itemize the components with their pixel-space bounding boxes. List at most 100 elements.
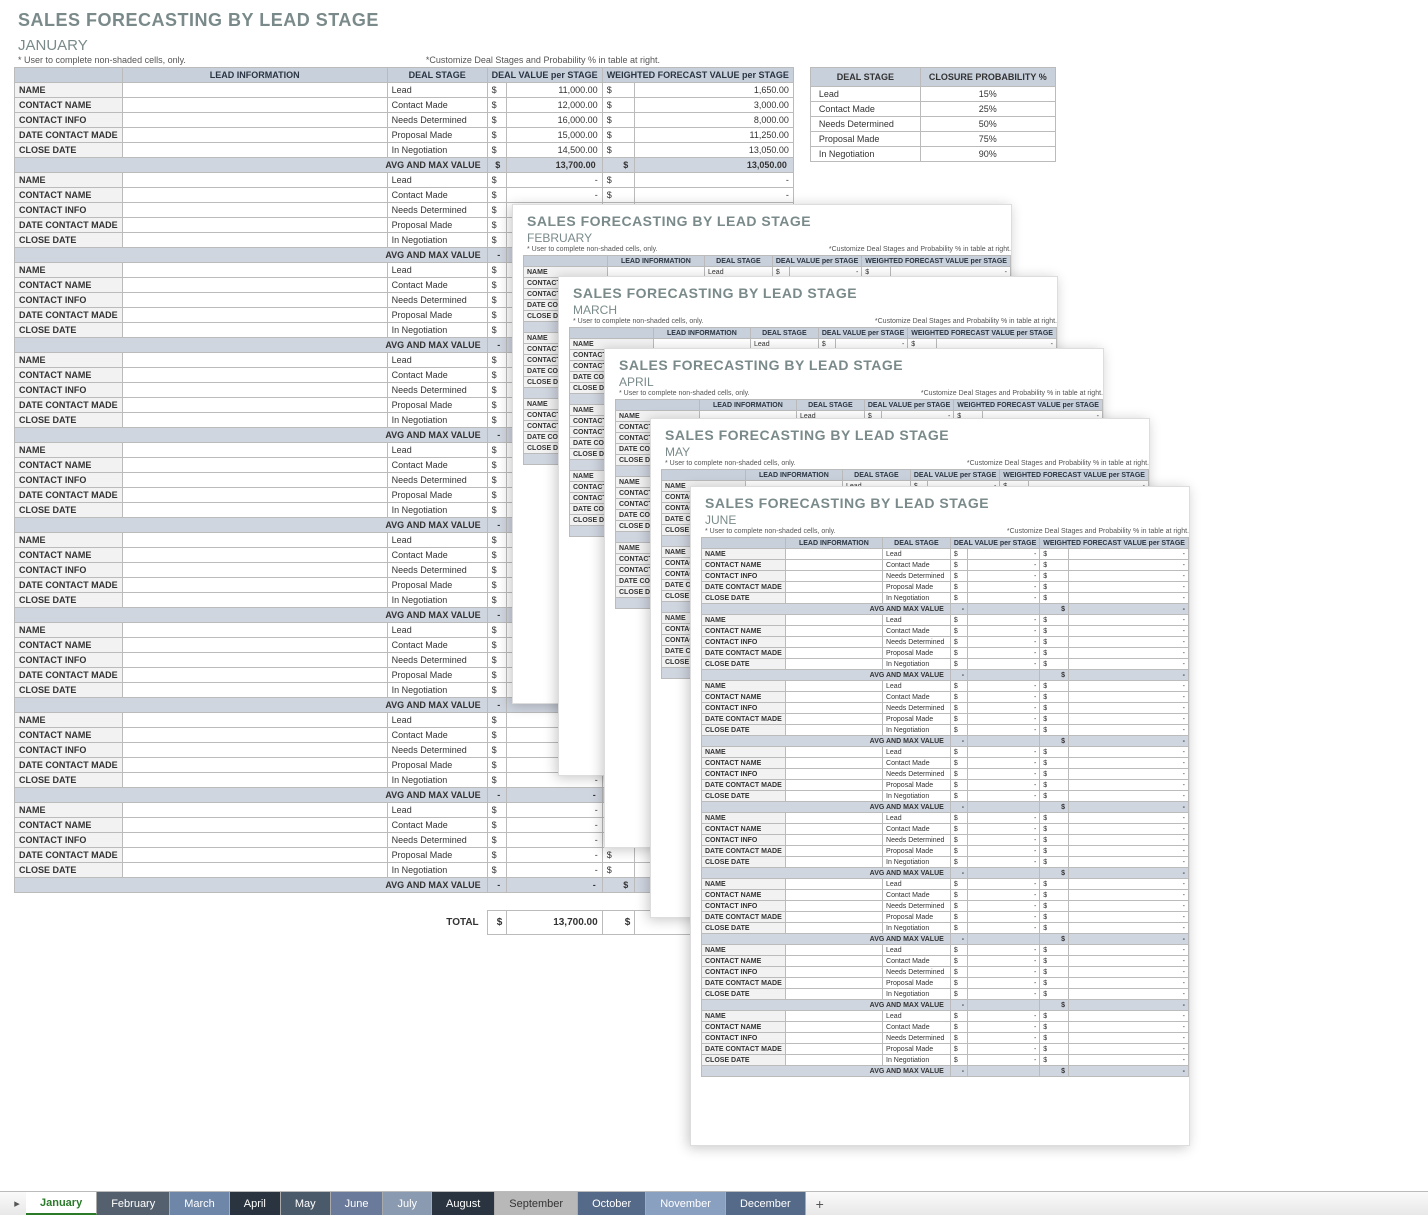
deal-stage-cell[interactable]: Needs Determined	[387, 113, 487, 128]
deal-stage-cell[interactable]: Proposal Made	[387, 308, 487, 323]
lead-info-cell[interactable]	[122, 818, 387, 833]
lead-info-cell[interactable]	[122, 233, 387, 248]
deal-stage-cell[interactable]: Contact Made	[387, 458, 487, 473]
deal-stage-cell[interactable]: Contact Made	[387, 98, 487, 113]
lead-info-cell[interactable]	[122, 398, 387, 413]
lead-info-cell[interactable]	[122, 653, 387, 668]
lead-info-cell[interactable]	[122, 308, 387, 323]
lead-info-cell[interactable]	[122, 683, 387, 698]
tab-may[interactable]: May	[281, 1192, 331, 1215]
deal-stage-cell[interactable]: Lead	[387, 263, 487, 278]
deal-value-cell[interactable]: -	[507, 863, 602, 878]
deal-stage-cell[interactable]: In Negotiation	[387, 413, 487, 428]
tab-january[interactable]: January	[26, 1192, 97, 1215]
lead-info-cell[interactable]	[122, 83, 387, 98]
deal-stage-cell[interactable]: In Negotiation	[387, 323, 487, 338]
deal-stage-cell[interactable]: Proposal Made	[387, 398, 487, 413]
deal-stage-cell[interactable]: Lead	[387, 83, 487, 98]
lead-info-cell[interactable]	[122, 743, 387, 758]
deal-stage-cell[interactable]: Contact Made	[387, 548, 487, 563]
lead-info-cell[interactable]	[122, 323, 387, 338]
lead-info-cell[interactable]	[122, 203, 387, 218]
lead-info-cell[interactable]	[122, 803, 387, 818]
deal-stage-cell[interactable]: In Negotiation	[387, 143, 487, 158]
deal-stage-cell[interactable]: In Negotiation	[387, 593, 487, 608]
lead-info-cell[interactable]	[122, 548, 387, 563]
lead-info-cell[interactable]	[122, 473, 387, 488]
deal-value-cell[interactable]: 12,000.00	[507, 98, 602, 113]
lead-info-cell[interactable]	[122, 668, 387, 683]
tab-october[interactable]: October	[578, 1192, 646, 1215]
deal-value-cell[interactable]: -	[507, 173, 602, 188]
lead-info-cell[interactable]	[122, 563, 387, 578]
deal-value-cell[interactable]: -	[507, 818, 602, 833]
deal-stage-cell[interactable]: Contact Made	[387, 368, 487, 383]
lead-info-cell[interactable]	[122, 638, 387, 653]
tab-nav-prev[interactable]: ▸	[8, 1192, 26, 1215]
tab-april[interactable]: April	[230, 1192, 281, 1215]
deal-stage-cell[interactable]: Needs Determined	[387, 833, 487, 848]
tab-july[interactable]: July	[383, 1192, 432, 1215]
deal-stage-cell[interactable]: In Negotiation	[387, 233, 487, 248]
deal-stage-cell[interactable]: Needs Determined	[387, 653, 487, 668]
deal-stage-cell[interactable]: Lead	[387, 803, 487, 818]
lead-info-cell[interactable]	[122, 623, 387, 638]
tab-december[interactable]: December	[726, 1192, 806, 1215]
deal-value-cell[interactable]: 16,000.00	[507, 113, 602, 128]
deal-stage-cell[interactable]: Lead	[387, 623, 487, 638]
deal-stage-cell[interactable]: Lead	[387, 173, 487, 188]
deal-stage-cell[interactable]: In Negotiation	[387, 773, 487, 788]
deal-value-cell[interactable]: 14,500.00	[507, 143, 602, 158]
deal-stage-cell[interactable]: Contact Made	[387, 728, 487, 743]
lead-info-cell[interactable]	[122, 143, 387, 158]
deal-stage-cell[interactable]: Contact Made	[387, 278, 487, 293]
deal-stage-cell[interactable]: In Negotiation	[387, 863, 487, 878]
deal-stage-cell[interactable]: Contact Made	[387, 818, 487, 833]
deal-stage-cell[interactable]: Lead	[387, 533, 487, 548]
deal-stage-cell[interactable]: Contact Made	[387, 638, 487, 653]
deal-stage-cell[interactable]: Needs Determined	[387, 473, 487, 488]
deal-value-cell[interactable]: -	[507, 188, 602, 203]
deal-stage-cell[interactable]: Needs Determined	[387, 293, 487, 308]
deal-stage-cell[interactable]: Proposal Made	[387, 848, 487, 863]
deal-stage-cell[interactable]: Needs Determined	[387, 743, 487, 758]
lead-info-cell[interactable]	[122, 773, 387, 788]
tab-february[interactable]: February	[97, 1192, 170, 1215]
lead-info-cell[interactable]	[122, 488, 387, 503]
tab-november[interactable]: November	[646, 1192, 726, 1215]
deal-stage-cell[interactable]: Lead	[387, 713, 487, 728]
deal-stage-cell[interactable]: Proposal Made	[387, 758, 487, 773]
lead-info-cell[interactable]	[122, 173, 387, 188]
deal-stage-cell[interactable]: Needs Determined	[387, 383, 487, 398]
lead-info-cell[interactable]	[122, 758, 387, 773]
deal-value-cell[interactable]: 11,000.00	[507, 83, 602, 98]
tab-august[interactable]: August	[432, 1192, 495, 1215]
lead-info-cell[interactable]	[122, 98, 387, 113]
deal-stage-cell[interactable]: Proposal Made	[387, 218, 487, 233]
deal-stage-cell[interactable]: Needs Determined	[387, 203, 487, 218]
lead-info-cell[interactable]	[122, 128, 387, 143]
tab-march[interactable]: March	[170, 1192, 230, 1215]
deal-stage-cell[interactable]: Contact Made	[387, 188, 487, 203]
lead-info-cell[interactable]	[122, 713, 387, 728]
lead-info-cell[interactable]	[122, 833, 387, 848]
lead-info-cell[interactable]	[122, 863, 387, 878]
deal-value-cell[interactable]: -	[507, 848, 602, 863]
deal-value-cell[interactable]: -	[507, 803, 602, 818]
lead-info-cell[interactable]	[122, 218, 387, 233]
lead-info-cell[interactable]	[122, 383, 387, 398]
lead-info-cell[interactable]	[122, 578, 387, 593]
lead-info-cell[interactable]	[122, 353, 387, 368]
deal-stage-cell[interactable]: Proposal Made	[387, 578, 487, 593]
lead-info-cell[interactable]	[122, 188, 387, 203]
lead-info-cell[interactable]	[122, 503, 387, 518]
deal-stage-cell[interactable]: Proposal Made	[387, 488, 487, 503]
lead-info-cell[interactable]	[122, 728, 387, 743]
deal-stage-cell[interactable]: Lead	[387, 443, 487, 458]
lead-info-cell[interactable]	[122, 443, 387, 458]
deal-value-cell[interactable]: -	[507, 833, 602, 848]
lead-info-cell[interactable]	[122, 848, 387, 863]
deal-stage-cell[interactable]: Proposal Made	[387, 128, 487, 143]
lead-info-cell[interactable]	[122, 593, 387, 608]
tab-september[interactable]: September	[495, 1192, 578, 1215]
